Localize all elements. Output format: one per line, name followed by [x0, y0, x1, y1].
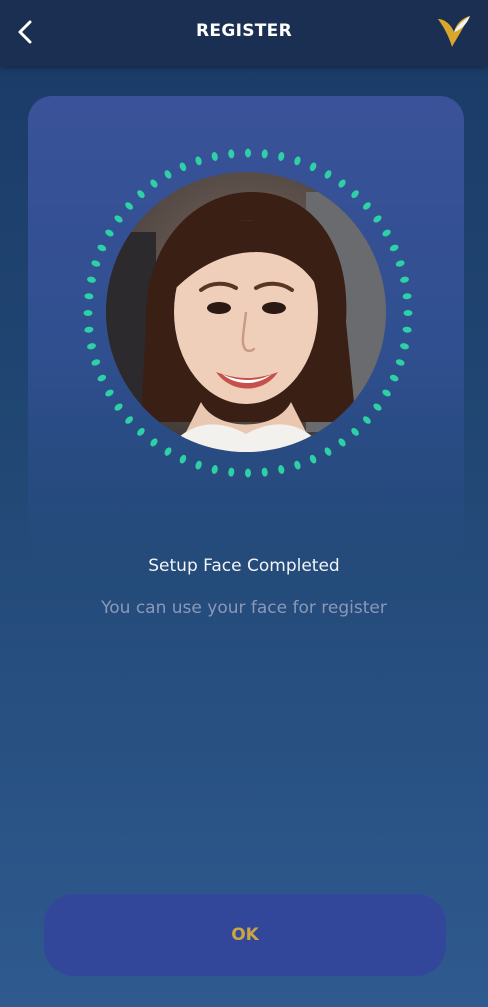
ring-dot: [87, 343, 96, 350]
ring-dot: [137, 190, 145, 199]
ring-dot: [389, 374, 399, 382]
ring-dot: [245, 148, 251, 158]
ring-dot: [382, 389, 391, 397]
ring-dot: [400, 276, 409, 283]
ring-dot: [211, 152, 218, 161]
ring-dot: [125, 202, 134, 210]
ring-dot: [402, 293, 412, 300]
ok-button[interactable]: OK: [44, 894, 446, 976]
ring-dot: [324, 170, 332, 179]
ring-dot: [351, 190, 359, 199]
ring-dot: [309, 162, 317, 172]
ring-dot: [150, 438, 158, 447]
ring-dot: [114, 403, 123, 411]
ring-dot: [362, 202, 371, 210]
ring-dot: [395, 359, 405, 366]
ring-dot: [351, 427, 359, 436]
ring-dot: [403, 310, 413, 316]
ring-dot: [228, 467, 235, 477]
ring-dot: [105, 389, 114, 397]
ring-dot: [97, 374, 107, 382]
ring-dot: [382, 229, 391, 237]
ring-dot: [324, 447, 332, 456]
ring-dot: [91, 260, 101, 267]
ring-dot: [125, 416, 134, 424]
ring-dot: [338, 438, 346, 447]
ring-dot: [195, 156, 202, 166]
ring-dot: [211, 465, 218, 474]
ring-dot: [261, 149, 268, 159]
face-photo: [106, 172, 386, 452]
ring-dot: [83, 310, 93, 316]
ring-dot: [294, 156, 301, 166]
ring-dot: [84, 293, 94, 300]
ring-dot: [373, 215, 382, 223]
ring-dot: [164, 447, 172, 456]
bird-logo-icon: [434, 10, 474, 50]
ring-dot: [245, 468, 251, 478]
page-title: REGISTER: [196, 21, 292, 41]
ring-dot: [373, 403, 382, 411]
ring-dot: [137, 427, 145, 436]
ring-dot: [97, 244, 107, 252]
ring-dot: [309, 454, 317, 464]
app-header: REGISTER: [0, 0, 488, 66]
status-title: Setup Face Completed: [148, 556, 340, 576]
ring-dot: [91, 359, 101, 366]
ring-dot: [400, 343, 409, 350]
ring-dot: [362, 416, 371, 424]
status-subtitle: You can use your face for register: [101, 598, 387, 618]
ring-dot: [338, 179, 346, 188]
ring-dot: [84, 326, 94, 333]
ring-dot: [114, 215, 123, 223]
ring-dot: [294, 460, 301, 470]
ring-dot: [228, 149, 235, 159]
ring-dot: [389, 244, 399, 252]
ring-dot: [402, 326, 412, 333]
ring-dot: [278, 152, 285, 161]
ring-dot: [150, 179, 158, 188]
ring-dot: [195, 460, 202, 470]
ring-dot: [278, 465, 285, 474]
ring-dot: [87, 276, 96, 283]
ring-dot: [105, 229, 114, 237]
ring-dot: [164, 170, 172, 179]
ring-dot: [261, 467, 268, 477]
ring-dot: [395, 260, 405, 267]
ring-dot: [179, 162, 187, 172]
ring-dot: [179, 454, 187, 464]
